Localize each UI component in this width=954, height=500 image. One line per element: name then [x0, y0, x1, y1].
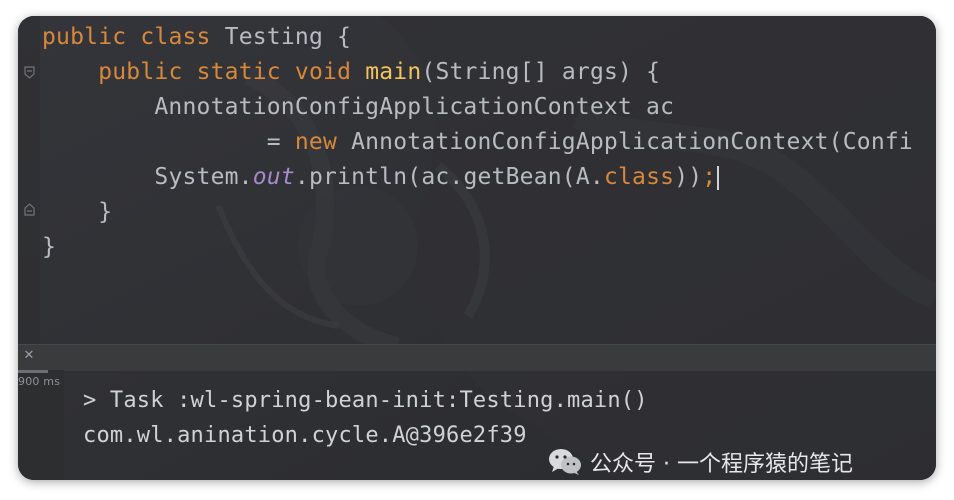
- code-editor[interactable]: public class Testing { public static voi…: [18, 16, 936, 346]
- code-line-1: public class Testing {: [42, 20, 351, 54]
- code-line-7: }: [42, 234, 57, 260]
- keyword: public: [42, 24, 127, 50]
- wechat-icon: [549, 449, 581, 475]
- run-duration: 900 ms: [18, 375, 61, 388]
- code-line-4: = new AnnotationConfigApplicationContext…: [266, 129, 913, 155]
- console-output-line: com.wl.anination.cycle.A@396e2f39: [83, 423, 527, 448]
- watermark: 公众号 · 一个程序猿的笔记: [548, 445, 853, 479]
- duration-bar: [18, 370, 48, 373]
- method-name: main: [365, 59, 422, 85]
- keyword: class: [140, 24, 211, 50]
- panel-splitter[interactable]: [18, 344, 936, 371]
- text-cursor: [717, 165, 720, 190]
- close-icon[interactable]: ✕: [22, 349, 36, 363]
- code-line-6: }: [42, 199, 113, 225]
- code-line-5: System.out.println(ac.getBean(A.class));: [42, 160, 720, 194]
- code-line-2: public static void main(String[] args) {: [98, 59, 661, 85]
- watermark-text: 公众号 · 一个程序猿的笔记: [590, 452, 853, 477]
- static-field: out: [252, 164, 295, 190]
- class-name: Testing {: [210, 24, 352, 50]
- console-task-line: > Task :wl-spring-bean-init:Testing.main…: [83, 388, 648, 413]
- ide-window: public class Testing { public static voi…: [18, 16, 936, 480]
- code-line-3: AnnotationConfigApplicationContext ac: [42, 94, 675, 120]
